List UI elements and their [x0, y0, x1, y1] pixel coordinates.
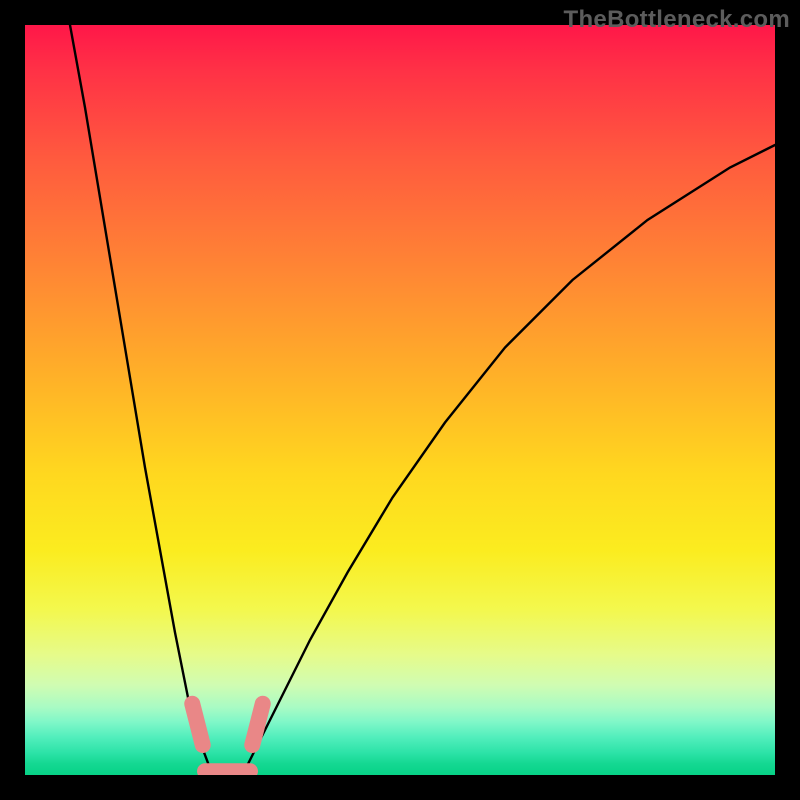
plot-area	[25, 25, 775, 775]
curve-left-branch	[70, 25, 213, 775]
curve-layer	[25, 25, 775, 775]
left-dip-marker	[192, 704, 203, 745]
chart-frame: TheBottleneck.com	[0, 0, 800, 800]
watermark-text: TheBottleneck.com	[564, 6, 790, 34]
curve-right-branch	[243, 145, 776, 775]
right-dip-marker	[252, 704, 263, 745]
